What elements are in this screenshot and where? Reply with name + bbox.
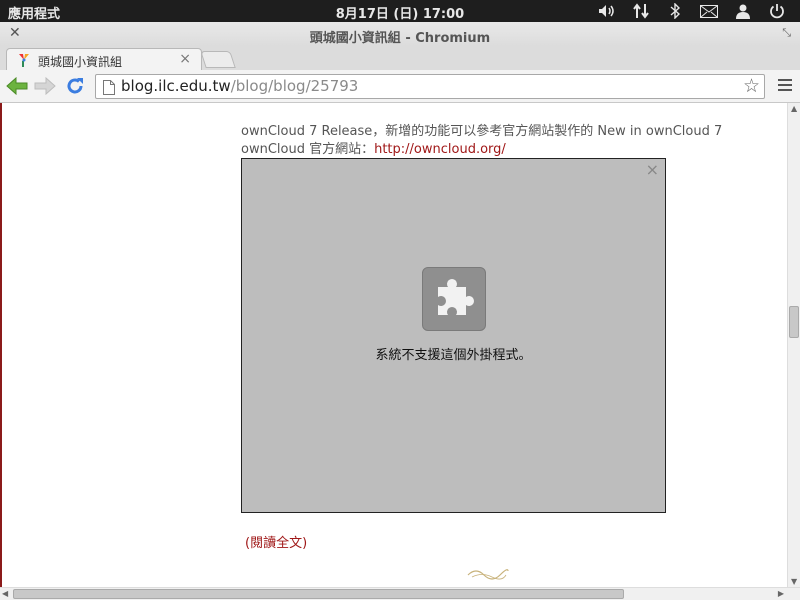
post-body: ownCloud 7 Release，新增的功能可以參考官方網站製作的 New … [241,123,722,159]
window-restore-icon[interactable]: ⤡ [782,26,791,40]
browser-toolbar: blog.ilc.edu.tw/blog/blog/25793 ☆ [0,70,800,103]
tab-active[interactable]: 頭城國小資訊組 × [6,48,202,71]
page-content: ownCloud 7 Release，新增的功能可以參考官方網站製作的 New … [0,103,787,587]
mail-icon[interactable] [692,4,726,18]
owncloud-link[interactable]: http://owncloud.org/ [374,142,506,157]
window-title: 頭城國小資訊組 - Chromium [309,31,491,46]
scroll-right-arrow-icon[interactable]: ▶ [778,589,784,598]
tab-close-icon[interactable]: × [179,51,191,67]
tab-strip: 頭城國小資訊組 × [0,46,800,71]
bookmark-star-icon[interactable]: ☆ [743,75,760,98]
power-icon[interactable] [760,3,794,19]
user-icon[interactable] [726,4,760,19]
scroll-down-arrow-icon[interactable]: ▼ [791,577,797,586]
scroll-up-arrow-icon[interactable]: ▲ [791,104,797,113]
address-bar[interactable]: blog.ilc.edu.tw/blog/blog/25793 ☆ [95,74,765,99]
post-line-2-prefix: ownCloud 官方網站： [241,142,375,157]
puzzle-plugin-icon [422,267,486,331]
plugin-close-icon[interactable]: × [646,160,659,179]
window-titlebar: ✕ 頭城國小資訊組 - Chromium ⤡ [0,22,800,46]
url-text: blog.ilc.edu.tw/blog/blog/25793 [121,75,358,98]
system-panel: 應用程式 8月17日 (日) 17:00 [0,0,800,22]
plugin-unsupported-message: 系統不支援這個外掛程式。 [375,348,532,363]
system-tray [590,0,794,22]
back-button[interactable] [5,75,29,97]
horizontal-scrollbar[interactable]: ◀ ▶ [0,587,800,600]
bluetooth-icon[interactable] [658,3,692,19]
plugin-placeholder: × 系統不支援這個外掛程式。 [241,158,666,513]
menu-icon[interactable] [778,79,792,94]
horizontal-scroll-thumb[interactable] [13,589,624,599]
post-line-1: ownCloud 7 Release，新增的功能可以參考官方網站製作的 New … [241,124,723,139]
url-host: blog.ilc.edu.tw [121,77,231,95]
post-line-2: ownCloud 官方網站：http://owncloud.org/ [241,141,722,159]
reload-button[interactable] [63,75,87,97]
network-icon[interactable] [624,3,658,19]
vertical-scrollbar[interactable]: ▲ ▼ [787,103,800,587]
url-path: /blog/blog/25793 [230,77,359,95]
favicon-icon [17,53,31,70]
tab-label: 頭城國小資訊組 [38,55,123,69]
page-left-border [0,103,2,587]
new-tab-button[interactable] [200,51,236,68]
volume-icon[interactable] [590,4,624,18]
scroll-left-arrow-icon[interactable]: ◀ [2,589,8,598]
ornament-divider [466,565,510,584]
page-icon [103,79,115,102]
read-more-link[interactable]: (閱讀全文) [245,532,307,551]
vertical-scroll-thumb[interactable] [789,306,799,338]
forward-button[interactable] [33,75,57,97]
